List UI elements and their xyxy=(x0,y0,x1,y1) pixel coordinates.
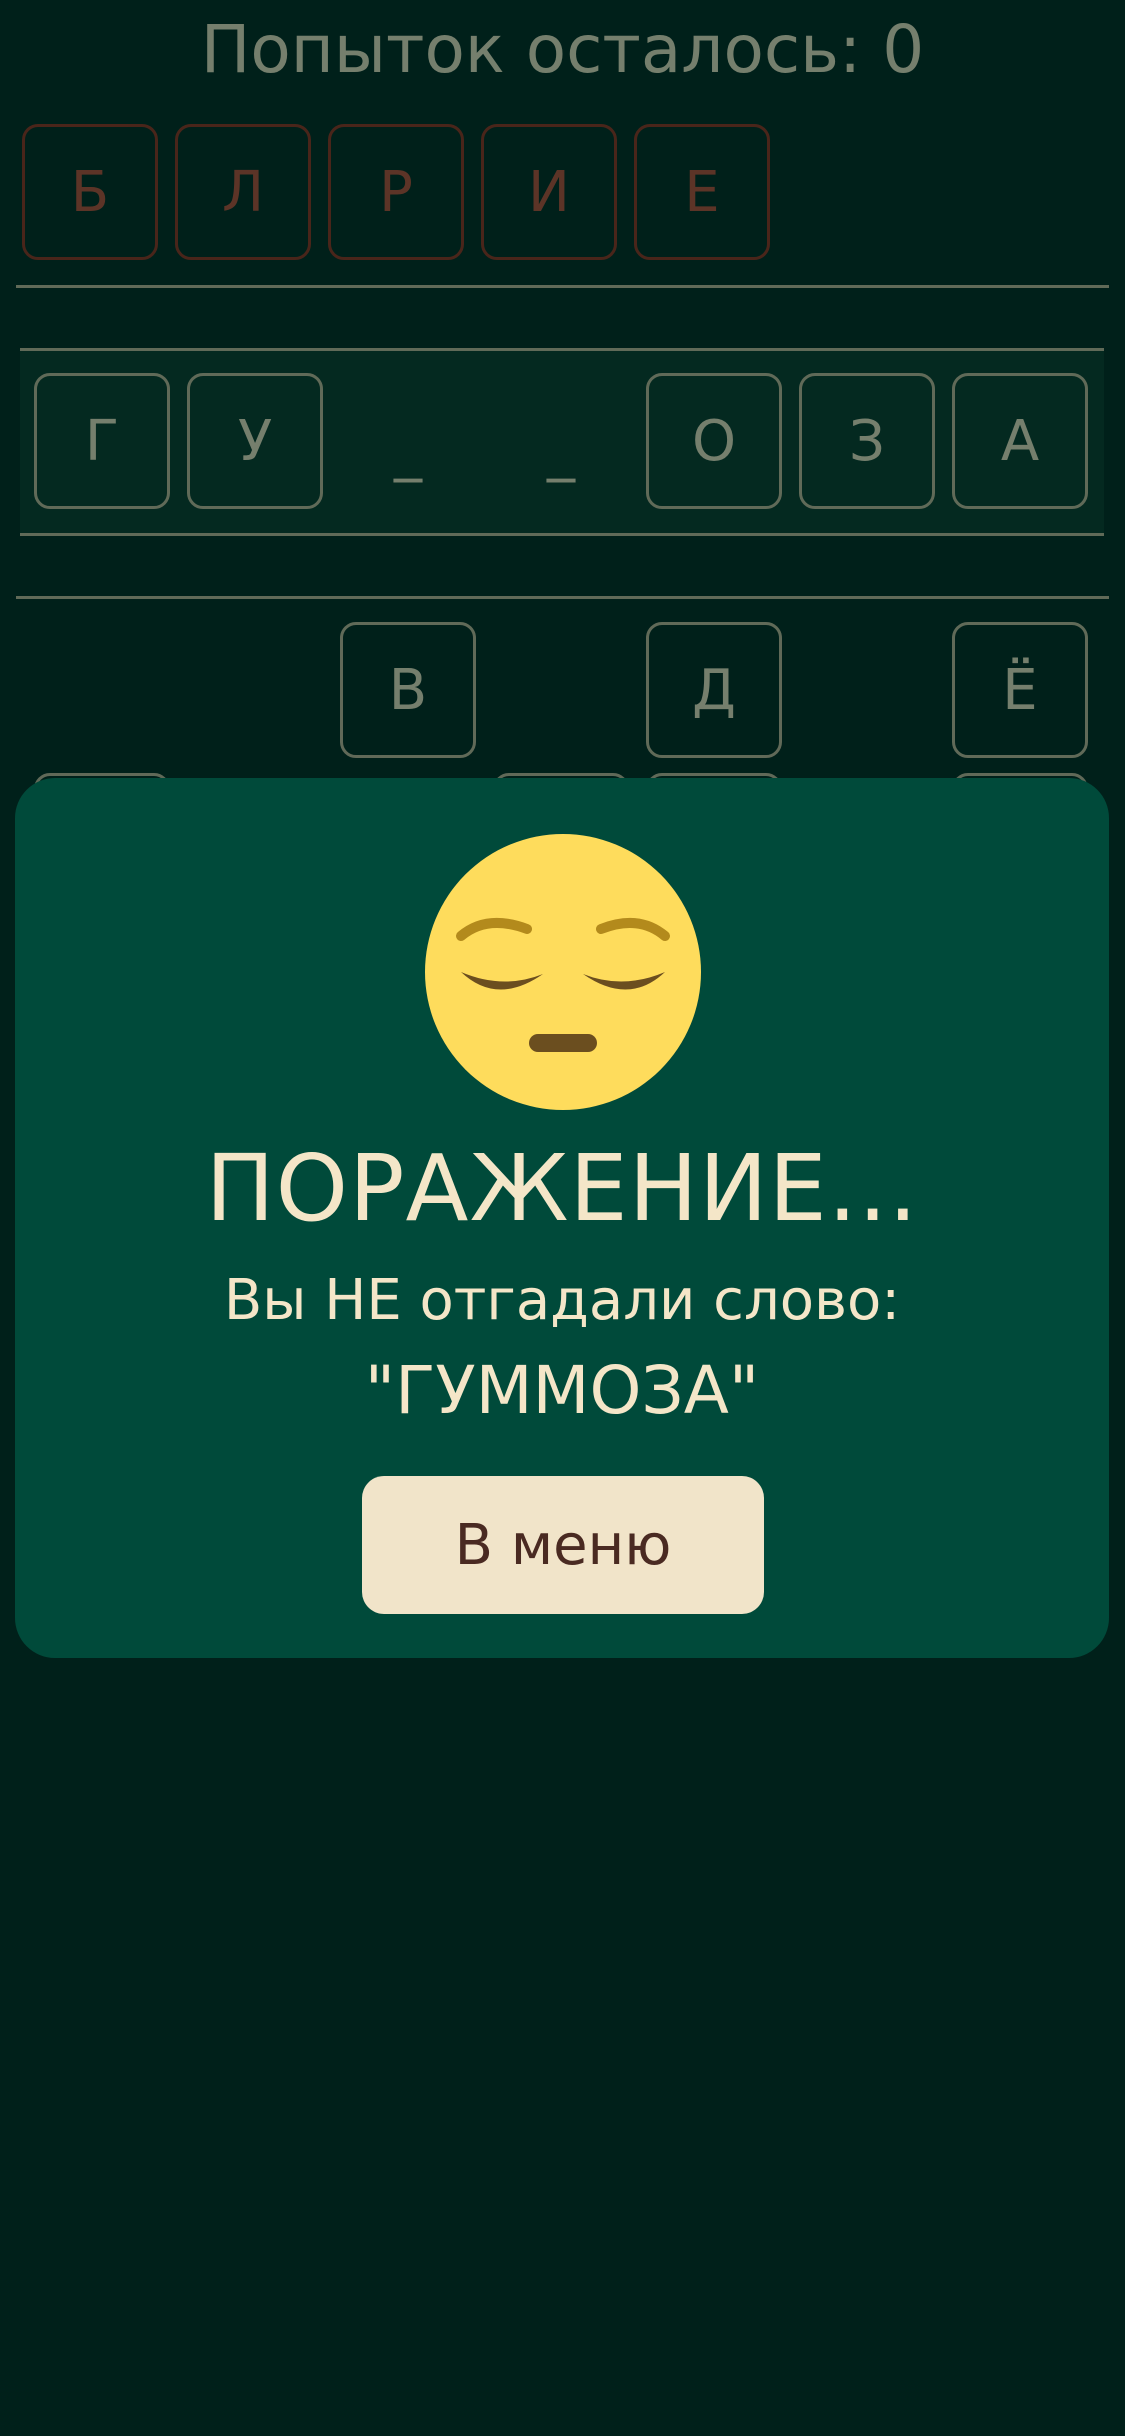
divider xyxy=(20,533,1104,536)
answer-word: "ГУММОЗА" xyxy=(364,1352,760,1429)
word-letter-slot: У xyxy=(187,373,323,509)
wrong-letter-tile: Л xyxy=(175,124,311,260)
attempts-remaining: Попыток осталось: 0 xyxy=(200,11,925,88)
wrong-letter-tile: Е xyxy=(634,124,770,260)
word-letter-slot: А xyxy=(952,373,1088,509)
wrong-letter-tile: Р xyxy=(328,124,464,260)
wrong-letter-tile: Б xyxy=(22,124,158,260)
pensive-face-icon xyxy=(425,834,701,1110)
keyboard-key[interactable]: Д xyxy=(646,622,782,758)
divider xyxy=(16,285,1109,288)
defeat-dialog: ПОРАЖЕНИЕ... Вы НЕ отгадали слово: "ГУММ… xyxy=(15,778,1109,1658)
defeat-title: ПОРАЖЕНИЕ... xyxy=(205,1135,919,1242)
back-to-menu-button[interactable]: В меню xyxy=(362,1476,764,1614)
word-letter-slot: З xyxy=(799,373,935,509)
divider xyxy=(20,348,1104,351)
wrong-letter-tile: И xyxy=(481,124,617,260)
divider xyxy=(16,596,1109,599)
word-letter-slot: Г xyxy=(34,373,170,509)
keyboard-key[interactable]: Ё xyxy=(952,622,1088,758)
keyboard-key[interactable]: В xyxy=(340,622,476,758)
word-letter-blank: _ xyxy=(547,418,575,483)
word-letter-slot: О xyxy=(646,373,782,509)
defeat-message: Вы НЕ отгадали слово: xyxy=(223,1268,901,1333)
word-letter-blank: _ xyxy=(394,418,422,483)
